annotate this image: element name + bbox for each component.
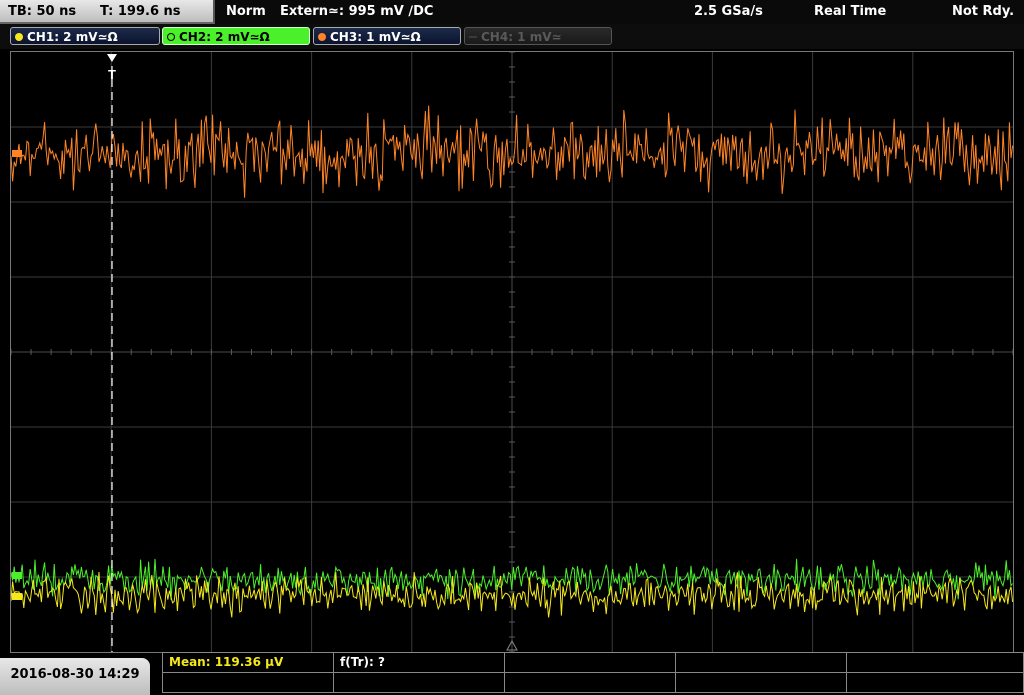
measurement-cell-1[interactable]: Mean: 119.36 µV bbox=[162, 652, 334, 673]
measurement-cell-7[interactable] bbox=[333, 672, 505, 693]
timebase-label: TB: 50 ns bbox=[8, 4, 77, 19]
trigger-source[interactable]: Extern≃: 995 mV ∕DC bbox=[280, 0, 433, 23]
status-bar: TB: 50 ns T: 199.6 ns Norm Extern≃: 995 … bbox=[0, 0, 1024, 24]
trigger-time-label: T: 199.6 ns bbox=[100, 4, 181, 19]
channel-2-chip[interactable]: CH2: 2 mV≃Ω bbox=[162, 27, 310, 45]
sample-rate: 2.5 GSa/s bbox=[694, 4, 763, 19]
graticule bbox=[11, 52, 1013, 652]
acquisition-status: Not Rdy. bbox=[952, 4, 1015, 19]
channel-3-label: CH3: 1 mV≃Ω bbox=[330, 30, 421, 44]
channel-offset-markers bbox=[12, 150, 22, 600]
measurement-mean: Mean: 119.36 µV bbox=[169, 655, 284, 669]
waveform-plot: T bbox=[11, 52, 1013, 652]
trigger-mode[interactable]: Norm bbox=[226, 0, 266, 23]
channel-3-chip[interactable]: CH3: 1 mV≃Ω bbox=[313, 27, 461, 45]
datetime-box: 2016-08-30 14:29 bbox=[0, 658, 150, 695]
measurement-rise-frequency: f(Tr): ? bbox=[340, 655, 385, 669]
measurement-cell-2[interactable]: f(Tr): ? bbox=[333, 652, 505, 673]
measurement-cell-9[interactable] bbox=[675, 672, 847, 693]
measurement-cell-10[interactable] bbox=[846, 672, 1024, 693]
channel-1-offset-icon bbox=[12, 593, 22, 600]
measurement-cell-6[interactable] bbox=[162, 672, 334, 693]
waveform-display[interactable]: T bbox=[10, 51, 1014, 653]
channel-2-dot-icon bbox=[167, 33, 175, 41]
channel-1-chip[interactable]: CH1: 2 mV≃Ω bbox=[10, 27, 160, 45]
measurement-panel: Mean: 119.36 µV f(Tr): ? bbox=[162, 652, 1024, 695]
measurement-cell-3[interactable] bbox=[504, 652, 676, 673]
channel-3-dot-icon bbox=[318, 33, 326, 41]
channel-1-dot-icon bbox=[15, 33, 23, 41]
trigger-arrow-icon bbox=[107, 54, 117, 62]
acquisition-mode: Real Time bbox=[814, 4, 887, 19]
measurement-cell-8[interactable] bbox=[504, 672, 676, 693]
channel-2-label: CH2: 2 mV≃Ω bbox=[179, 30, 270, 44]
bottom-bar: 2016-08-30 14:29 Mean: 119.36 µV f(Tr): … bbox=[0, 652, 1024, 695]
channel-4-label: CH4: 1 mV≃ bbox=[481, 30, 562, 44]
trigger-marker-label: T bbox=[108, 67, 116, 82]
timebase-box[interactable]: TB: 50 ns T: 199.6 ns bbox=[0, 0, 215, 24]
channel-1-label: CH1: 2 mV≃Ω bbox=[27, 30, 118, 44]
channel-bar: CH1: 2 mV≃Ω CH2: 2 mV≃Ω CH3: 1 mV≃Ω CH4:… bbox=[0, 24, 1024, 49]
datetime-label: 2016-08-30 14:29 bbox=[10, 667, 140, 682]
measurement-cell-4[interactable] bbox=[675, 652, 847, 673]
channel-3-offset-icon bbox=[12, 150, 22, 157]
measurement-cell-5[interactable] bbox=[846, 652, 1024, 673]
channel-4-chip[interactable]: CH4: 1 mV≃ bbox=[464, 27, 612, 45]
channel-2-offset-icon bbox=[12, 572, 22, 579]
channel-4-off-icon bbox=[469, 36, 477, 38]
